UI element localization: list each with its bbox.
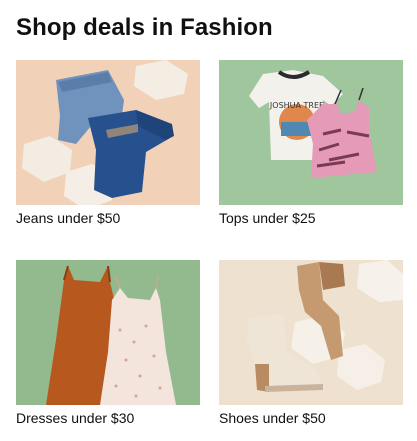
- shoes-image[interactable]: [219, 260, 403, 405]
- tile-tops-label: Tops under $25: [219, 210, 316, 226]
- tile-shoes-label: Shoes under $50: [219, 410, 326, 426]
- dresses-image[interactable]: [16, 260, 200, 405]
- jeans-image[interactable]: [16, 60, 200, 205]
- tile-shoes[interactable]: Shoes under $50: [219, 260, 403, 427]
- svg-text:JOSHUA TREE: JOSHUA TREE: [269, 101, 324, 110]
- tile-jeans-label: Jeans under $50: [16, 210, 121, 226]
- tops-image[interactable]: JOSHUA TREE: [219, 60, 403, 205]
- shop-deals-fashion-card: Shop deals in Fashion Jeans under $50 JO…: [0, 0, 417, 441]
- card-title: Shop deals in Fashion: [16, 14, 273, 41]
- tile-dresses-label: Dresses under $30: [16, 410, 135, 426]
- tile-dresses[interactable]: Dresses under $30: [16, 260, 200, 427]
- tile-jeans[interactable]: Jeans under $50: [16, 60, 200, 227]
- tile-tops[interactable]: JOSHUA TREE Tops under $25: [219, 60, 403, 227]
